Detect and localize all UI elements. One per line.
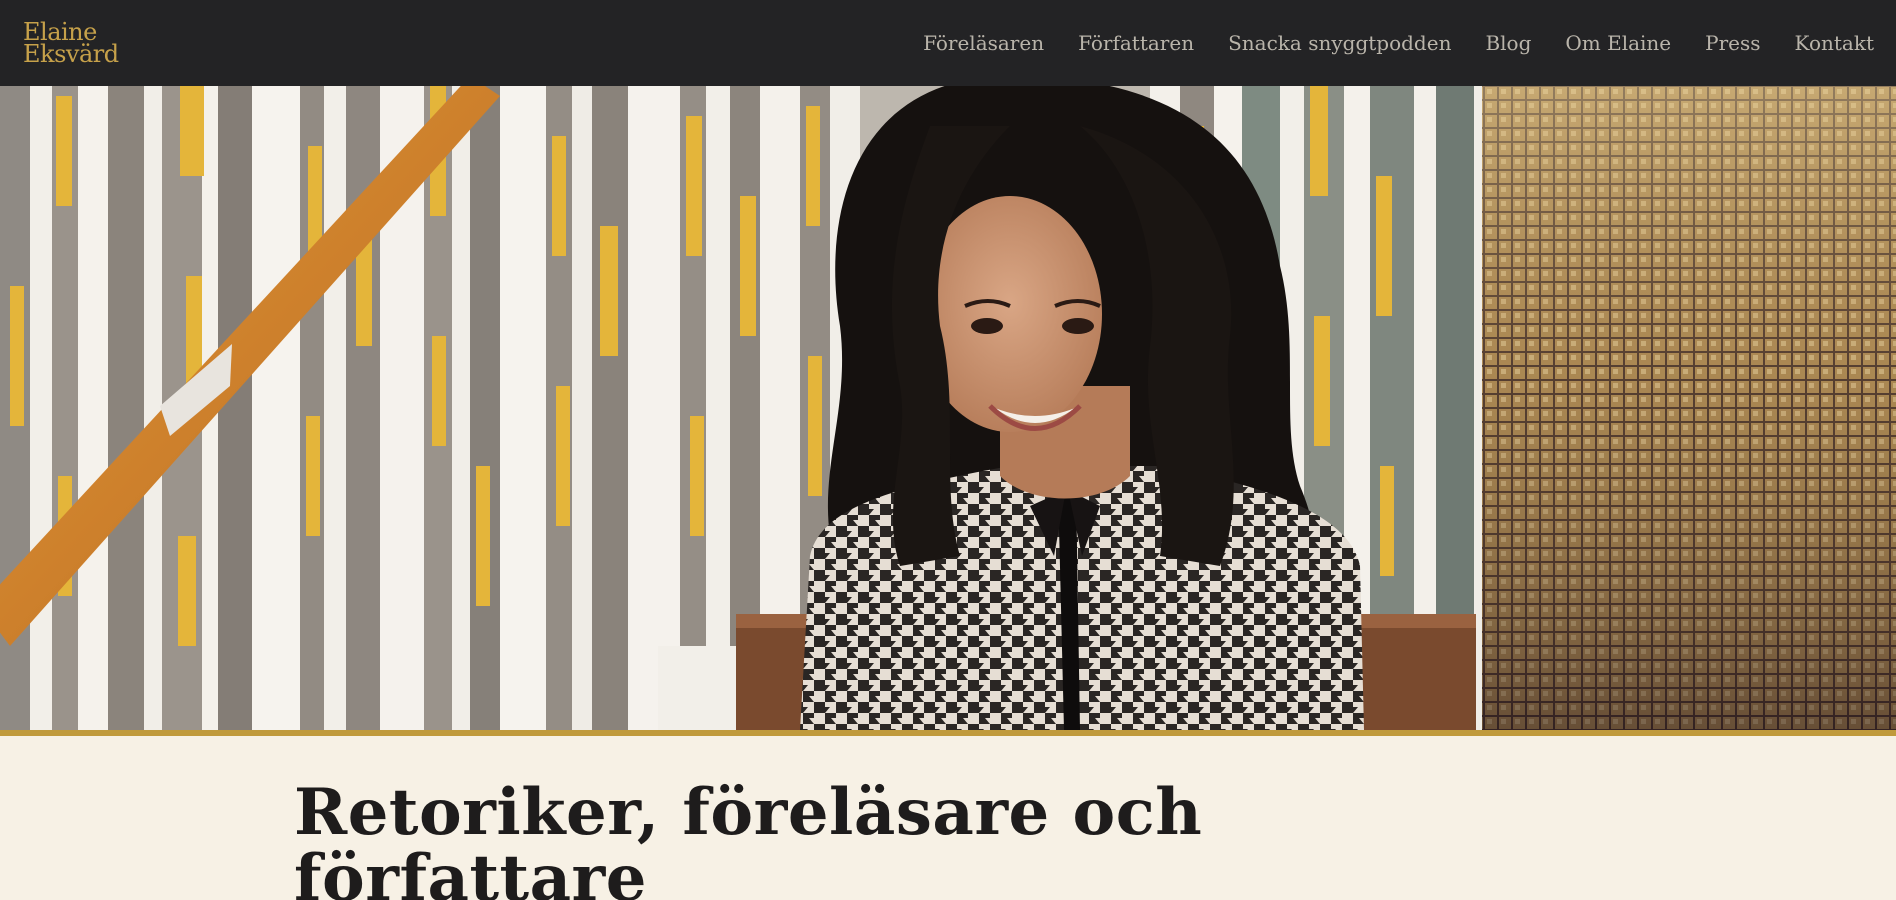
nav-link-om-elaine[interactable]: Om Elaine — [1565, 31, 1671, 55]
page-headline: Retoriker, föreläsare och författare — [294, 775, 1203, 900]
site-header: Elaine Eksvärd Föreläsaren Författaren S… — [0, 0, 1896, 86]
nav-link-press[interactable]: Press — [1705, 31, 1760, 55]
hero-portrait-photo — [0, 86, 1896, 730]
nav-link-kontakt[interactable]: Kontakt — [1795, 31, 1874, 55]
logo-line-2: Eksvärd — [23, 40, 119, 68]
hero-image — [0, 86, 1896, 730]
nav-link-forelasaren[interactable]: Föreläsaren — [923, 31, 1044, 55]
site-logo[interactable]: Elaine Eksvärd — [23, 20, 119, 68]
nav-link-snacka-snyggtpodden[interactable]: Snacka snyggtpodden — [1228, 31, 1451, 55]
nav-link-blog[interactable]: Blog — [1485, 31, 1531, 55]
intro-section: Retoriker, föreläsare och författare — [0, 736, 1896, 900]
main-nav: Föreläsaren Författaren Snacka snyggtpod… — [889, 31, 1874, 55]
nav-link-forfattaren[interactable]: Författaren — [1078, 31, 1194, 55]
